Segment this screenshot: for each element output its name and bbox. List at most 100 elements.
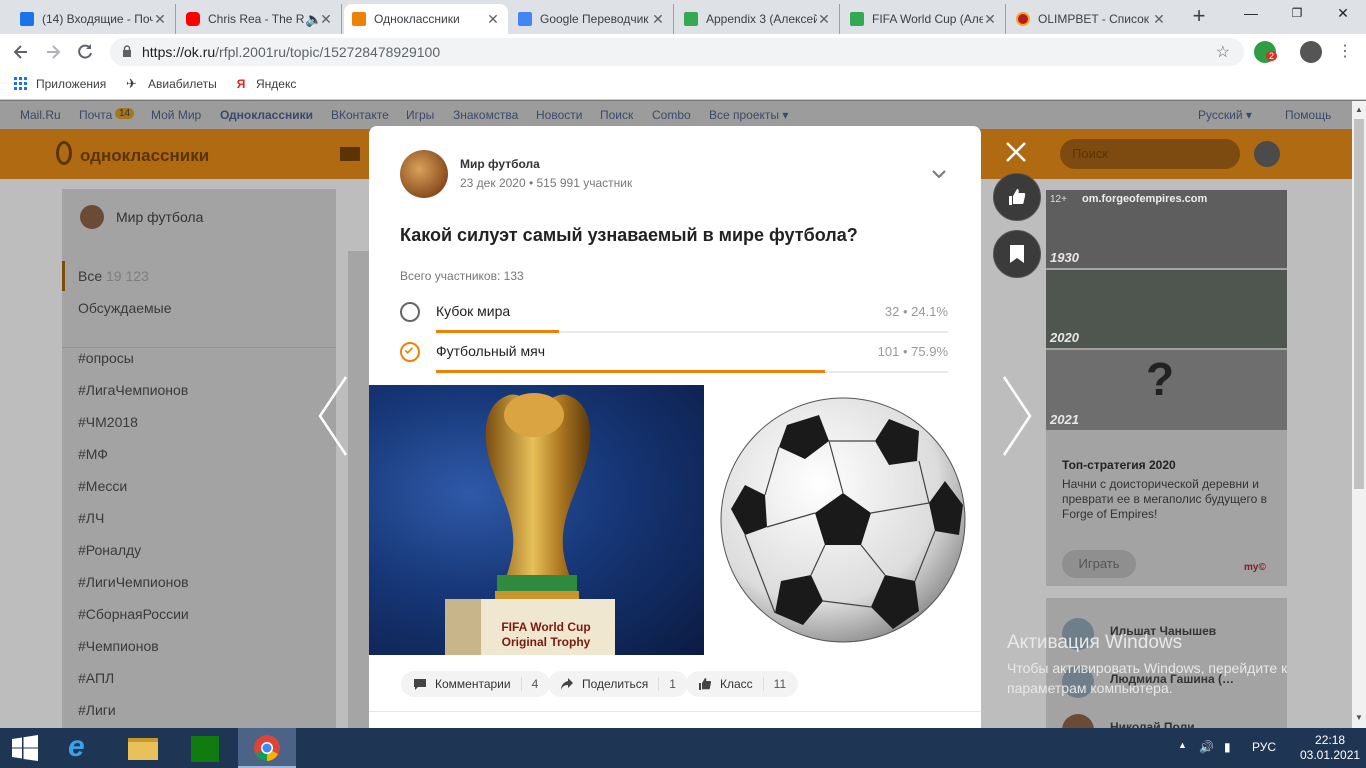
comments-button[interactable]: Комментарии 4 [401, 671, 551, 697]
topnav-link[interactable]: ВКонтакте [331, 108, 389, 122]
poll-option[interactable]: Кубок мира 32 • 24.1% [400, 300, 948, 334]
like-side-button[interactable] [993, 173, 1041, 221]
site-search-input[interactable]: Поиск [1060, 139, 1240, 169]
page-scrollbar[interactable]: ▲ ▼ [1352, 101, 1366, 728]
olimpbet-icon [1016, 12, 1030, 26]
taskbar-ie[interactable]: e [54, 728, 112, 768]
check-circle-icon[interactable] [400, 342, 420, 362]
topnav-link[interactable]: Поиск [600, 108, 633, 122]
topnav-link[interactable]: Мой Мир [151, 108, 201, 122]
topnav-link[interactable]: Знакомства [453, 108, 518, 122]
tag-link[interactable]: #ЛигаЧемпионов [78, 382, 188, 398]
tab-mail[interactable]: (14) Входящие - Почта ✕ [12, 4, 176, 34]
tag-link[interactable]: #опросы [78, 350, 134, 366]
topnav-link[interactable]: Одноклассники [220, 108, 313, 122]
close-icon[interactable]: ✕ [651, 11, 665, 28]
address-bar[interactable]: https://ok.ru/rfpl.2001ru/topic/15272847… [110, 38, 1244, 66]
reload-button[interactable] [74, 42, 96, 64]
tab-odnoklassniki[interactable]: Одноклассники ✕ [344, 4, 508, 34]
topnav-link[interactable]: Игры [406, 108, 434, 122]
bookmark-star-icon[interactable]: ☆ [1216, 42, 1230, 62]
taskbar-explorer[interactable] [114, 728, 172, 768]
extension-shield-icon[interactable]: 2 [1254, 41, 1278, 63]
menu-discussed[interactable]: Обсуждаемые [78, 300, 172, 316]
scroll-up-icon[interactable]: ▲ [1355, 105, 1363, 114]
network-icon[interactable]: ▮ [1224, 740, 1231, 754]
radio-icon[interactable] [400, 302, 420, 322]
topnav-link[interactable]: Новости [536, 108, 582, 122]
ad-year: 2021 [1050, 412, 1079, 427]
minimize-button[interactable]: — [1228, 0, 1274, 30]
topnav-link[interactable]: Mail.Ru [20, 108, 61, 122]
chrome-menu-icon[interactable]: ⋮ [1334, 42, 1356, 64]
tag-link[interactable]: #СборнаяРоссии [78, 606, 189, 622]
tag-link[interactable]: #ЛЧ [78, 510, 104, 526]
tab-translate[interactable]: Google Переводчик ✕ [510, 4, 674, 34]
topnav-link[interactable]: Все проекты ▾ [709, 108, 788, 122]
tag-link[interactable]: #МФ [78, 446, 108, 462]
user-avatar[interactable] [1254, 141, 1280, 167]
group-avatar[interactable] [400, 150, 448, 198]
taskbar-chrome[interactable] [238, 728, 296, 768]
topnav-link[interactable]: Почта [79, 108, 112, 122]
tag-link[interactable]: #Лиги [78, 702, 116, 718]
share-button[interactable]: Поделиться 1 [548, 671, 688, 697]
tag-link[interactable]: #Роналду [78, 542, 141, 558]
taskbar-store[interactable] [176, 728, 234, 768]
topnav-link[interactable]: Combo [652, 108, 691, 122]
new-tab-button[interactable]: + [1186, 4, 1212, 30]
keyboard-language[interactable]: РУС [1252, 740, 1276, 754]
tag-link[interactable]: #ЧМ2018 [78, 414, 138, 430]
bookmark-aviabilety[interactable]: ✈ Авиабилеты [126, 77, 217, 92]
volume-icon[interactable]: 🔊 [1199, 740, 1214, 754]
trophy-image[interactable]: FIFA World Cup Original Trophy [369, 385, 704, 655]
start-button[interactable] [0, 728, 50, 768]
close-icon[interactable]: ✕ [1152, 11, 1166, 28]
back-button[interactable] [10, 42, 32, 64]
ok-logo[interactable]: одноклассники [80, 146, 209, 166]
like-button[interactable]: Класс 11 [686, 671, 799, 697]
clock[interactable]: 22:18 03.01.2021 [1300, 733, 1360, 763]
ad-play-button[interactable]: Играть [1062, 550, 1136, 578]
post-group-name[interactable]: Мир футбола [460, 157, 540, 171]
tab-appendix[interactable]: Appendix 3 (Алексей) ✕ [676, 4, 840, 34]
tag-link[interactable]: #Месси [78, 478, 127, 494]
bookmark-yandex[interactable]: Я Яндекс [234, 77, 296, 91]
tag-link[interactable]: #Чемпионов [78, 638, 159, 654]
prev-post-arrow[interactable] [316, 375, 350, 457]
friend-item[interactable]: Николай Поли… [1062, 714, 1207, 728]
tag-link[interactable]: #ЛигиЧемпионов [78, 574, 189, 590]
ad-block[interactable]: 12+ om.forgeofempires.com 1930 2020 ? 20… [1046, 190, 1287, 586]
tab-youtube[interactable]: Chris Rea - The Road 🔈 ✕ [178, 4, 342, 34]
menu-all[interactable]: Все 19 123 [78, 268, 149, 284]
forward-button[interactable] [42, 42, 64, 64]
close-icon[interactable]: ✕ [983, 11, 997, 28]
close-icon[interactable]: ✕ [319, 11, 333, 28]
ad-year: 2020 [1050, 330, 1079, 345]
scroll-thumb[interactable] [1354, 119, 1364, 489]
tab-olimpbet[interactable]: OLIMPBET - Список ✕ [1008, 4, 1174, 34]
close-modal-icon[interactable] [1004, 140, 1028, 164]
ad-image-2021: ? 2021 [1046, 350, 1287, 430]
messages-icon[interactable] [340, 147, 360, 161]
help-link[interactable]: Помощь [1285, 108, 1331, 122]
language-select[interactable]: Русский ▾ [1198, 108, 1252, 122]
scroll-down-icon[interactable]: ▼ [1355, 713, 1363, 722]
bookmark-side-button[interactable] [993, 230, 1041, 278]
tab-fifa[interactable]: FIFA World Cup (Алексей) ✕ [842, 4, 1006, 34]
speaker-icon[interactable]: 🔈 [305, 11, 322, 28]
ball-image[interactable] [709, 385, 981, 655]
poll-option[interactable]: Футбольный мяч 101 • 75.9% [400, 340, 948, 374]
next-post-arrow[interactable] [1000, 375, 1034, 457]
window-close-button[interactable]: ✕ [1320, 0, 1366, 30]
close-icon[interactable]: ✕ [486, 11, 500, 28]
group-link[interactable]: Мир футбола [80, 205, 203, 229]
profile-avatar[interactable] [1300, 41, 1322, 63]
tag-link[interactable]: #АПЛ [78, 670, 114, 686]
bookmark-apps[interactable]: Приложения [14, 77, 106, 91]
maximize-button[interactable]: ❐ [1274, 0, 1320, 30]
close-icon[interactable]: ✕ [817, 11, 831, 28]
close-icon[interactable]: ✕ [153, 11, 167, 28]
tray-overflow-icon[interactable]: ▲ [1178, 740, 1187, 750]
chevron-down-icon[interactable] [931, 166, 947, 182]
